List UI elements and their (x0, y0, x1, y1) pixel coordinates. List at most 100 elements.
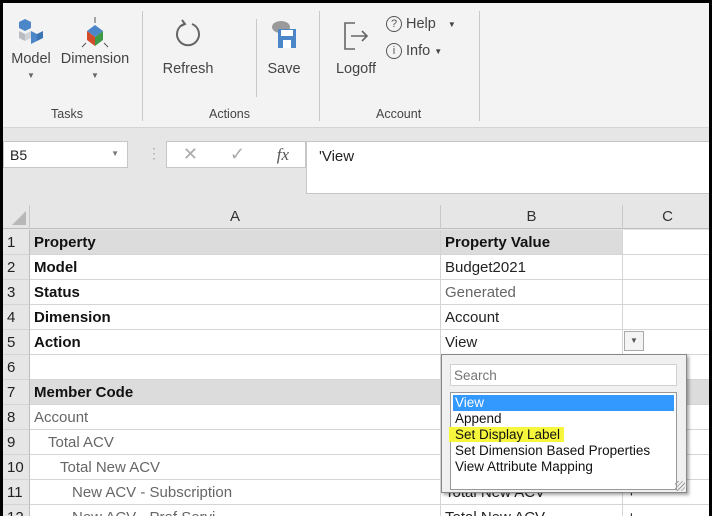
row-header[interactable]: 8 (3, 405, 30, 430)
cell-a5[interactable]: Action (30, 330, 441, 355)
column-header-a[interactable]: A (30, 205, 441, 229)
cell-dropdown-button[interactable]: ▼ (624, 331, 644, 351)
row-header[interactable]: 4 (3, 305, 30, 330)
save-button[interactable]: Save (264, 19, 304, 77)
function-icon[interactable]: fx (277, 145, 289, 165)
cell-b1[interactable]: Property Value (441, 230, 623, 255)
dimension-cube-icon (81, 17, 109, 48)
cell-c12[interactable]: + (623, 505, 709, 516)
model-label: Model (11, 51, 51, 67)
cancel-icon[interactable]: ✕ (183, 144, 198, 165)
table-row: 4 Dimension Account (3, 305, 709, 330)
row-header[interactable]: 3 (3, 280, 30, 305)
help-icon: ? (386, 16, 402, 32)
dropdown-popup: View Append Set Display Label Set Dimens… (441, 354, 687, 493)
table-row: 5 Action View (3, 330, 709, 355)
cell-a2[interactable]: Model (30, 255, 441, 280)
cell-a7[interactable]: Member Code (30, 380, 441, 405)
group-actions: Actions (209, 107, 250, 121)
confirm-icon[interactable]: ✓ (230, 144, 245, 165)
row-header[interactable]: 2 (3, 255, 30, 280)
option-set-display-label[interactable]: Set Display Label (449, 427, 674, 443)
divider (319, 11, 320, 121)
row-header[interactable]: 7 (3, 380, 30, 405)
refresh-button[interactable]: Refresh (160, 19, 216, 77)
excel-window: Model ▼ Dimension ▼ Tasks Refresh Save Act… (3, 3, 709, 516)
row-header[interactable]: 1 (3, 230, 30, 255)
row-header[interactable]: 9 (3, 430, 30, 455)
chevron-down-icon: ▼ (91, 71, 99, 80)
cell-b4[interactable]: Account (441, 305, 623, 330)
cell-c2[interactable] (623, 255, 709, 280)
cell-b3[interactable]: Generated (441, 280, 623, 305)
dimension-label: Dimension (60, 51, 130, 67)
select-all-corner[interactable] (3, 205, 30, 229)
cell-c4[interactable] (623, 305, 709, 330)
logoff-icon (344, 22, 369, 50)
ribbon: Model ▼ Dimension ▼ Tasks Refresh Save Act… (3, 3, 709, 128)
cell-c3[interactable] (623, 280, 709, 305)
formula-buttons: ✕ ✓ fx (166, 141, 306, 168)
cell-a11[interactable]: New ACV - Subscription (30, 480, 441, 505)
options-list[interactable]: View Append Set Display Label Set Dimens… (449, 392, 677, 490)
formula-input[interactable]: 'View (306, 141, 709, 194)
cell-b5[interactable]: View (441, 330, 623, 355)
cubes-icon (19, 19, 43, 44)
table-row: 2 Model Budget2021 (3, 255, 709, 280)
corner-triangle-icon (12, 211, 26, 225)
column-header-c[interactable]: C (623, 205, 709, 229)
chevron-down-icon: ▼ (434, 46, 443, 56)
name-box-value: B5 (10, 147, 28, 163)
cell-a4[interactable]: Dimension (30, 305, 441, 330)
chevron-down-icon: ▼ (111, 149, 119, 158)
name-box[interactable]: B5 ▼ (3, 141, 128, 168)
cell-a10[interactable]: Total New ACV (30, 455, 441, 480)
table-row: 1 Property Property Value (3, 230, 709, 255)
row-header[interactable]: 10 (3, 455, 30, 480)
option-append[interactable]: Append (453, 411, 674, 427)
row-header[interactable]: 12 (3, 505, 30, 516)
cell-a9[interactable]: Total ACV (30, 430, 441, 455)
formula-content: 'View (319, 148, 355, 165)
info-icon: i (386, 43, 402, 59)
divider (142, 11, 143, 121)
chevron-down-icon: ▼ (447, 19, 456, 29)
chevron-down-icon: ▼ (27, 71, 35, 80)
cell-c1[interactable] (623, 230, 709, 255)
dimension-button[interactable]: Dimension ▼ (58, 17, 132, 80)
row-header[interactable]: 11 (3, 480, 30, 505)
save-label: Save (267, 61, 301, 77)
logoff-button[interactable]: Logoff (331, 21, 381, 77)
refresh-icon (176, 19, 200, 47)
option-set-dimension-based-properties[interactable]: Set Dimension Based Properties (453, 443, 674, 459)
refresh-label: Refresh (162, 61, 214, 77)
logoff-label: Logoff (335, 61, 377, 77)
help-label: Help (406, 16, 436, 32)
column-header-b[interactable]: B (441, 205, 623, 229)
cell-a3[interactable]: Status (30, 280, 441, 305)
row-header[interactable]: 5 (3, 330, 30, 355)
cell-a1[interactable]: Property (30, 230, 441, 255)
model-button[interactable]: Model ▼ (7, 17, 55, 80)
search-input[interactable] (450, 364, 677, 386)
cell-b12[interactable]: Total New ACV (441, 505, 623, 516)
option-label: Set Display Label (449, 427, 565, 442)
cell-b2[interactable]: Budget2021 (441, 255, 623, 280)
row-header[interactable]: 6 (3, 355, 30, 380)
cell-a6[interactable] (30, 355, 441, 380)
cell-a12[interactable]: New ACV - Prof Servi (30, 505, 441, 516)
group-tasks: Tasks (51, 107, 83, 121)
cell-a8[interactable]: Account (30, 405, 441, 430)
grip-icon: ⋮ (147, 145, 161, 161)
option-view-attribute-mapping[interactable]: View Attribute Mapping (453, 459, 674, 475)
divider (256, 19, 257, 97)
info-label: Info (406, 43, 431, 59)
divider (479, 11, 480, 121)
table-row: 3 Status Generated (3, 280, 709, 305)
table-row: 12New ACV - Prof ServiTotal New ACV+ (3, 505, 709, 516)
cloud-save-icon (272, 21, 296, 48)
info-button[interactable]: i Info ▼ (386, 43, 442, 59)
option-view[interactable]: View (453, 395, 674, 411)
help-button[interactable]: ? Help ▼ (386, 16, 456, 32)
resize-grip-icon[interactable] (675, 481, 685, 491)
